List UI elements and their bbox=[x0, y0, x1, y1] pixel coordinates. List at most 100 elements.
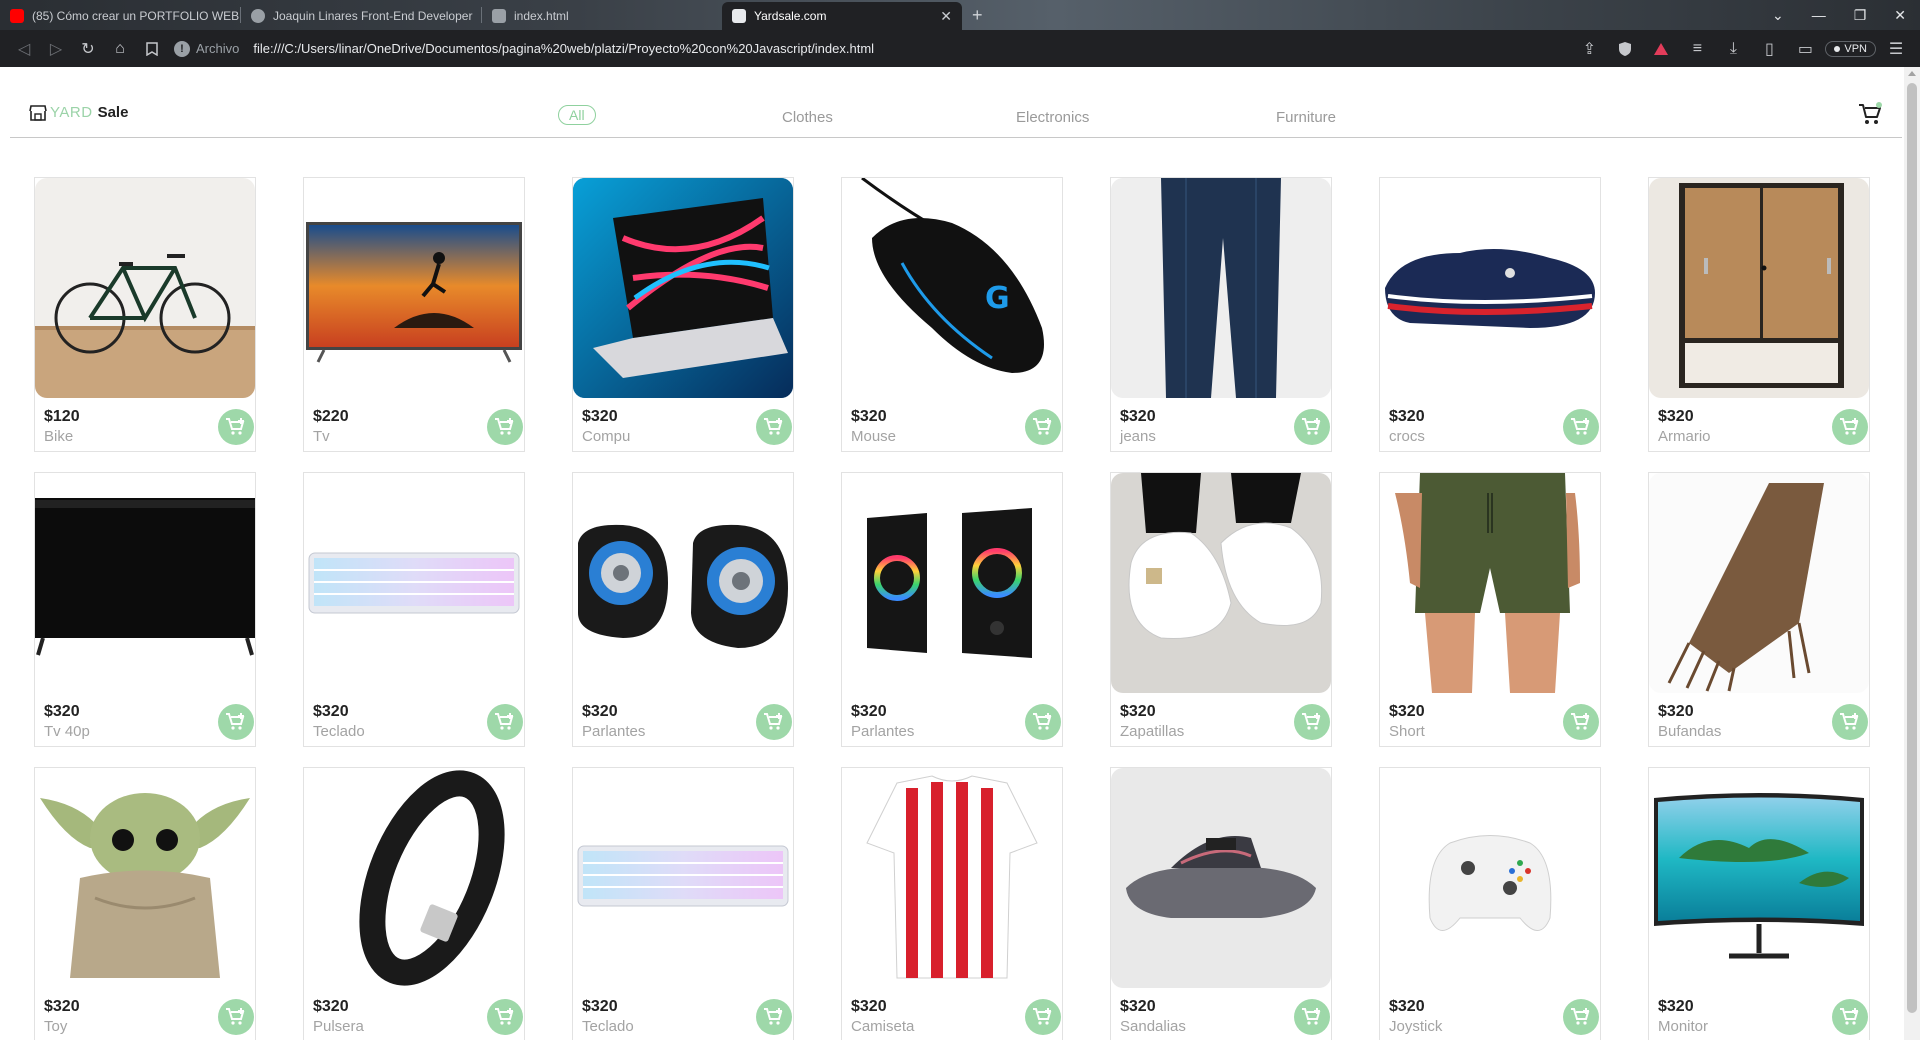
add-to-cart-button[interactable] bbox=[1294, 704, 1330, 740]
product-card[interactable]: $320 Zapatillas bbox=[1110, 472, 1332, 747]
add-to-cart-button[interactable] bbox=[1294, 409, 1330, 445]
add-to-cart-button[interactable] bbox=[487, 999, 523, 1035]
product-image[interactable] bbox=[842, 768, 1062, 988]
product-image[interactable] bbox=[842, 473, 1062, 693]
back-button[interactable]: ◁ bbox=[8, 35, 40, 63]
browser-tab[interactable]: (85) Cómo crear un PORTFOLIO WEB bbox=[0, 2, 240, 30]
product-image[interactable] bbox=[1380, 473, 1600, 693]
add-to-cart-button[interactable] bbox=[218, 409, 254, 445]
site-logo[interactable]: YARD Sale bbox=[29, 104, 128, 121]
product-image[interactable] bbox=[304, 473, 524, 693]
product-card[interactable]: $320 Parlantes bbox=[841, 472, 1063, 747]
product-card[interactable]: $320 Tv 40p bbox=[34, 472, 256, 747]
download-icon[interactable]: ⤓ bbox=[1717, 35, 1749, 63]
product-image[interactable] bbox=[1649, 178, 1869, 398]
product-image[interactable] bbox=[304, 178, 524, 398]
browser-tab-active[interactable]: Yardsale.com ✕ bbox=[722, 2, 962, 30]
product-card[interactable]: $320 Toy bbox=[34, 767, 256, 1040]
product-image[interactable] bbox=[1111, 768, 1331, 988]
add-to-cart-button[interactable] bbox=[1025, 409, 1061, 445]
product-image[interactable] bbox=[1111, 178, 1331, 398]
product-card[interactable]: $220 Tv bbox=[303, 177, 525, 452]
product-image[interactable] bbox=[304, 768, 524, 988]
product-card[interactable]: $320 Teclado bbox=[572, 767, 794, 1040]
product-image[interactable] bbox=[573, 178, 793, 398]
close-tab-icon[interactable]: ✕ bbox=[932, 8, 952, 25]
scroll-up-icon[interactable] bbox=[1908, 71, 1916, 76]
product-image[interactable] bbox=[1380, 768, 1600, 988]
add-to-cart-button[interactable] bbox=[1832, 409, 1868, 445]
home-button[interactable]: ⌂ bbox=[104, 35, 136, 63]
add-to-cart-button[interactable] bbox=[487, 704, 523, 740]
product-card[interactable]: G $320 Mouse bbox=[841, 177, 1063, 452]
product-card[interactable]: $320 jeans bbox=[1110, 177, 1332, 452]
product-card[interactable]: $320 Teclado bbox=[303, 472, 525, 747]
add-to-cart-button[interactable] bbox=[756, 409, 792, 445]
minimize-button[interactable]: — bbox=[1798, 7, 1840, 23]
add-to-cart-button[interactable] bbox=[1025, 704, 1061, 740]
product-image[interactable] bbox=[573, 473, 793, 693]
forward-button[interactable]: ▷ bbox=[40, 35, 72, 63]
product-image[interactable] bbox=[1380, 178, 1600, 398]
address-url[interactable]: file:///C:/Users/linar/OneDrive/Document… bbox=[253, 41, 874, 56]
add-to-cart-button[interactable] bbox=[218, 999, 254, 1035]
product-card[interactable]: $320 Monitor bbox=[1648, 767, 1870, 1040]
add-to-cart-icon bbox=[1033, 1008, 1052, 1025]
product-image[interactable] bbox=[1649, 768, 1869, 988]
share-icon[interactable]: ⇪ bbox=[1573, 35, 1605, 63]
product-card[interactable]: $320 Joystick bbox=[1379, 767, 1601, 1040]
add-to-cart-button[interactable] bbox=[756, 704, 792, 740]
shopping-cart-button[interactable] bbox=[1857, 101, 1883, 132]
product-image[interactable] bbox=[573, 768, 793, 988]
product-image[interactable] bbox=[1649, 473, 1869, 693]
product-card[interactable]: $320 Armario bbox=[1648, 177, 1870, 452]
category-all[interactable]: All bbox=[558, 105, 596, 125]
product-card[interactable]: $320 crocs bbox=[1379, 177, 1601, 452]
restore-button[interactable]: ❐ bbox=[1840, 7, 1881, 24]
product-card[interactable]: $320 Parlantes bbox=[572, 472, 794, 747]
wallet-icon[interactable]: ▭ bbox=[1789, 35, 1821, 63]
product-image[interactable] bbox=[1111, 473, 1331, 693]
new-tab-button[interactable]: + bbox=[962, 5, 993, 26]
product-card[interactable]: $120 Bike bbox=[34, 177, 256, 452]
category-electronics[interactable]: Electronics bbox=[1016, 109, 1089, 126]
add-to-cart-button[interactable] bbox=[1563, 704, 1599, 740]
add-to-cart-button[interactable] bbox=[1832, 999, 1868, 1035]
menu-icon[interactable]: ☰ bbox=[1880, 35, 1912, 63]
reload-button[interactable]: ↻ bbox=[72, 35, 104, 63]
add-to-cart-button[interactable] bbox=[756, 999, 792, 1035]
chevron-down-icon[interactable]: ⌄ bbox=[1758, 7, 1798, 24]
brave-shield-icon[interactable] bbox=[1609, 35, 1641, 63]
info-icon[interactable]: ! bbox=[174, 40, 190, 57]
product-card[interactable]: $320 Bufandas bbox=[1648, 472, 1870, 747]
product-card[interactable]: $320 Short bbox=[1379, 472, 1601, 747]
category-clothes[interactable]: Clothes bbox=[782, 109, 833, 126]
product-image[interactable] bbox=[35, 768, 255, 988]
bookmark-icon[interactable] bbox=[136, 35, 168, 63]
close-window-button[interactable]: ✕ bbox=[1880, 7, 1920, 24]
rewards-icon[interactable] bbox=[1645, 35, 1677, 63]
add-to-cart-button[interactable] bbox=[1563, 409, 1599, 445]
product-image[interactable]: G bbox=[842, 178, 1062, 398]
add-to-cart-button[interactable] bbox=[1563, 999, 1599, 1035]
playlist-icon[interactable]: ≡ bbox=[1681, 35, 1713, 63]
product-card[interactable]: $320 Pulsera bbox=[303, 767, 525, 1040]
product-card[interactable]: $320 Sandalias bbox=[1110, 767, 1332, 1040]
sidebar-icon[interactable]: ▯ bbox=[1753, 35, 1785, 63]
add-to-cart-button[interactable] bbox=[1025, 999, 1061, 1035]
add-to-cart-button[interactable] bbox=[1832, 704, 1868, 740]
product-image[interactable] bbox=[35, 178, 255, 398]
address-bar[interactable]: ! Archivo file:///C:/Users/linar/OneDriv… bbox=[174, 35, 1563, 63]
scrollbar-thumb[interactable] bbox=[1907, 83, 1917, 1013]
add-to-cart-button[interactable] bbox=[218, 704, 254, 740]
product-image[interactable] bbox=[35, 473, 255, 693]
product-card[interactable]: $320 Compu bbox=[572, 177, 794, 452]
page-scrollbar[interactable] bbox=[1904, 67, 1920, 1040]
add-to-cart-button[interactable] bbox=[1294, 999, 1330, 1035]
add-to-cart-button[interactable] bbox=[487, 409, 523, 445]
category-furniture[interactable]: Furniture bbox=[1276, 109, 1336, 126]
product-card[interactable]: $320 Camiseta bbox=[841, 767, 1063, 1040]
vpn-button[interactable]: VPN bbox=[1825, 40, 1876, 57]
browser-tab[interactable]: Joaquin Linares Front-End Developer bbox=[241, 2, 481, 30]
browser-tab[interactable]: index.html bbox=[482, 2, 722, 30]
